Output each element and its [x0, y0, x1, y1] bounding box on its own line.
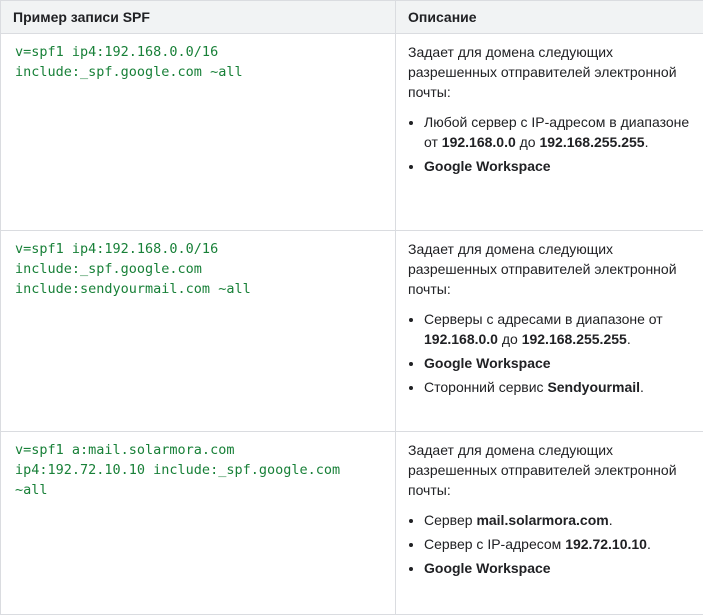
list-item: Google Workspace: [424, 558, 693, 578]
item-bold: 192.72.10.10: [565, 536, 647, 552]
header-description: Описание: [396, 1, 703, 34]
sender-list: Любой сервер с IP-адресом в диапазоне от…: [408, 112, 693, 176]
list-item: Сторонний сервис Sendyourmail.: [424, 377, 693, 397]
sender-list: Серверы с адресами в диапазоне от 192.16…: [408, 309, 693, 397]
list-item: Сервер mail.solarmora.com.: [424, 510, 693, 530]
item-text: Сторонний сервис: [424, 379, 547, 395]
spf-code-line: include:_spf.google.com: [15, 259, 383, 279]
item-bold: mail.solarmora.com: [476, 512, 608, 528]
list-item: Google Workspace: [424, 156, 693, 176]
item-text: .: [645, 134, 649, 150]
spf-record-cell: v=spf1 ip4:192.168.0.0/16 include:_spf.g…: [1, 34, 396, 231]
spf-code-line: include:sendyourmail.com ~all: [15, 279, 383, 299]
item-text: .: [647, 536, 651, 552]
list-item: Сервер с IP-адресом 192.72.10.10.: [424, 534, 693, 554]
item-text: .: [640, 379, 644, 395]
description-intro: Задает для домена следующих разрешенных …: [408, 239, 693, 299]
item-bold: 192.168.255.255: [539, 134, 644, 150]
item-bold: Sendyourmail: [547, 379, 640, 395]
spf-code-line: v=spf1 ip4:192.168.0.0/16: [15, 239, 383, 259]
item-text: Серверы с адресами в диапазоне от: [424, 311, 663, 327]
description-cell: Задает для домена следующих разрешенных …: [396, 432, 703, 615]
table-header-row: Пример записи SPF Описание: [1, 1, 703, 34]
item-text: Сервер: [424, 512, 476, 528]
header-spf-example: Пример записи SPF: [1, 1, 396, 34]
item-text: .: [627, 331, 631, 347]
spf-code-line: v=spf1 a:mail.solarmora.com: [15, 440, 383, 460]
item-text: до: [498, 331, 522, 347]
description-cell: Задает для домена следующих разрешенных …: [396, 231, 703, 432]
item-text: Сервер с IP-адресом: [424, 536, 565, 552]
item-text: .: [609, 512, 613, 528]
item-bold: 192.168.0.0: [442, 134, 516, 150]
spf-code-line: ~all: [15, 480, 383, 500]
description-intro: Задает для домена следующих разрешенных …: [408, 42, 693, 102]
table-row: v=spf1 a:mail.solarmora.com ip4:192.72.1…: [1, 432, 703, 615]
spf-record-cell: v=spf1 a:mail.solarmora.com ip4:192.72.1…: [1, 432, 396, 615]
sender-list: Сервер mail.solarmora.com. Сервер с IP-а…: [408, 510, 693, 578]
spf-record-cell: v=spf1 ip4:192.168.0.0/16 include:_spf.g…: [1, 231, 396, 432]
item-text: до: [516, 134, 540, 150]
list-item: Любой сервер с IP-адресом в диапазоне от…: [424, 112, 693, 152]
list-item: Серверы с адресами в диапазоне от 192.16…: [424, 309, 693, 349]
spf-code-line: include:_spf.google.com ~all: [15, 62, 383, 82]
table-row: v=spf1 ip4:192.168.0.0/16 include:_spf.g…: [1, 34, 703, 231]
item-bold: 192.168.0.0: [424, 331, 498, 347]
description-cell: Задает для домена следующих разрешенных …: [396, 34, 703, 231]
spf-code-line: v=spf1 ip4:192.168.0.0/16: [15, 42, 383, 62]
item-bold: Google Workspace: [424, 560, 551, 576]
spf-examples-table: Пример записи SPF Описание v=spf1 ip4:19…: [0, 0, 703, 615]
item-bold: 192.168.255.255: [522, 331, 627, 347]
item-bold: Google Workspace: [424, 355, 551, 371]
description-intro: Задает для домена следующих разрешенных …: [408, 440, 693, 500]
table-row: v=spf1 ip4:192.168.0.0/16 include:_spf.g…: [1, 231, 703, 432]
spf-code-line: ip4:192.72.10.10 include:_spf.google.com: [15, 460, 383, 480]
item-bold: Google Workspace: [424, 158, 551, 174]
list-item: Google Workspace: [424, 353, 693, 373]
